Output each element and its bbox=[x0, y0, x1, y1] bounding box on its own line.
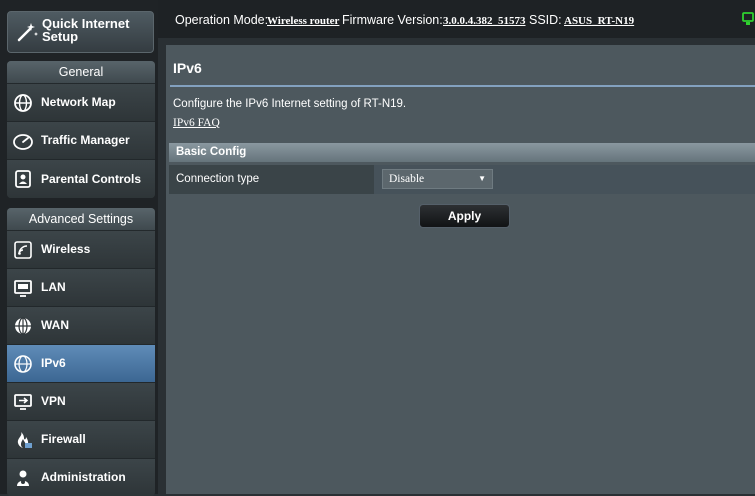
sidebar-item-network-map[interactable]: Network Map bbox=[7, 84, 155, 122]
sidebar-item-label: Administration bbox=[41, 470, 126, 484]
sidebar: Quick Internet Setup General Network Map… bbox=[0, 0, 158, 496]
sidebar-item-parental-controls[interactable]: Parental Controls bbox=[7, 160, 155, 198]
quick-internet-setup-label: Quick Internet Setup bbox=[42, 16, 130, 44]
sidebar-item-label: WAN bbox=[41, 318, 69, 332]
sidebar-item-ipv6[interactable]: IPv6 bbox=[7, 345, 155, 383]
basic-config-header: Basic Config bbox=[169, 143, 755, 162]
ipv6-panel: IPv6 Configure the IPv6 Internet setting… bbox=[166, 45, 755, 494]
quick-internet-setup-button[interactable]: Quick Internet Setup bbox=[7, 11, 154, 53]
connection-type-cell: Disable ▼ bbox=[374, 165, 755, 194]
sidebar-item-label: LAN bbox=[41, 280, 66, 294]
general-title: General bbox=[7, 61, 155, 84]
sidebar-item-wan[interactable]: WAN bbox=[7, 307, 155, 345]
sidebar-item-label: Network Map bbox=[41, 95, 116, 109]
operation-mode-link[interactable]: Wireless router bbox=[267, 11, 339, 31]
sidebar-item-label: Traffic Manager bbox=[41, 133, 130, 147]
ssid-link[interactable]: ASUS_RT-N19 bbox=[564, 11, 634, 31]
wan-icon bbox=[15, 317, 31, 335]
sidebar-item-vpn[interactable]: VPN bbox=[7, 383, 155, 421]
sidebar-item-label: Parental Controls bbox=[41, 172, 142, 186]
sidebar-item-traffic-manager[interactable]: Traffic Manager bbox=[7, 122, 155, 160]
administration-icon bbox=[17, 470, 29, 486]
sidebar-item-label: IPv6 bbox=[41, 356, 66, 370]
title-divider bbox=[170, 85, 755, 87]
firmware-version-link[interactable]: 3.0.0.4.382_51573 bbox=[443, 11, 526, 31]
connection-type-label: Connection type bbox=[169, 165, 374, 194]
page-title: IPv6 bbox=[173, 60, 202, 76]
sidebar-item-lan[interactable]: LAN bbox=[7, 269, 155, 307]
status-bar: Operation Mode: Wireless router Firmware… bbox=[158, 0, 755, 38]
ipv6-faq-link[interactable]: IPv6 FAQ bbox=[173, 117, 220, 129]
advanced-settings-title: Advanced Settings bbox=[7, 208, 155, 231]
ipv6-icon bbox=[14, 355, 32, 373]
connection-status-icon[interactable] bbox=[742, 11, 755, 27]
vpn-icon bbox=[14, 394, 32, 410]
ssid-label: SSID: bbox=[529, 13, 562, 27]
firewall-icon bbox=[17, 432, 32, 448]
parental-controls-icon bbox=[15, 170, 31, 188]
connection-type-selected-value: Disable bbox=[389, 173, 425, 185]
sidebar-item-label: Wireless bbox=[41, 242, 91, 256]
page-description: Configure the IPv6 Internet setting of R… bbox=[173, 98, 407, 110]
firmware-version-label: Firmware Version: bbox=[342, 13, 443, 27]
sidebar-item-firewall[interactable]: Firewall bbox=[7, 421, 155, 459]
connection-type-row: Connection type Disable ▼ bbox=[169, 165, 755, 194]
main-content: Operation Mode: Wireless router Firmware… bbox=[158, 0, 755, 494]
wizard-icon bbox=[17, 23, 38, 42]
general-menu: General Network Map Traffic Manager Pare bbox=[7, 61, 155, 198]
operation-mode-label: Operation Mode: bbox=[175, 13, 269, 27]
advanced-settings-menu: Advanced Settings Wireless LAN WAN IPv6 … bbox=[7, 208, 155, 496]
network-map-icon bbox=[14, 94, 32, 112]
apply-button[interactable]: Apply bbox=[419, 204, 510, 228]
wireless-icon bbox=[14, 241, 32, 259]
sidebar-item-label: VPN bbox=[41, 394, 66, 408]
dropdown-arrow-icon: ▼ bbox=[478, 174, 486, 183]
sidebar-item-label: Firewall bbox=[41, 432, 86, 446]
sidebar-item-wireless[interactable]: Wireless bbox=[7, 231, 155, 269]
lan-icon bbox=[14, 280, 32, 297]
traffic-manager-icon bbox=[13, 134, 33, 150]
connection-type-select[interactable]: Disable ▼ bbox=[382, 169, 493, 189]
sidebar-item-administration[interactable]: Administration bbox=[7, 459, 155, 496]
